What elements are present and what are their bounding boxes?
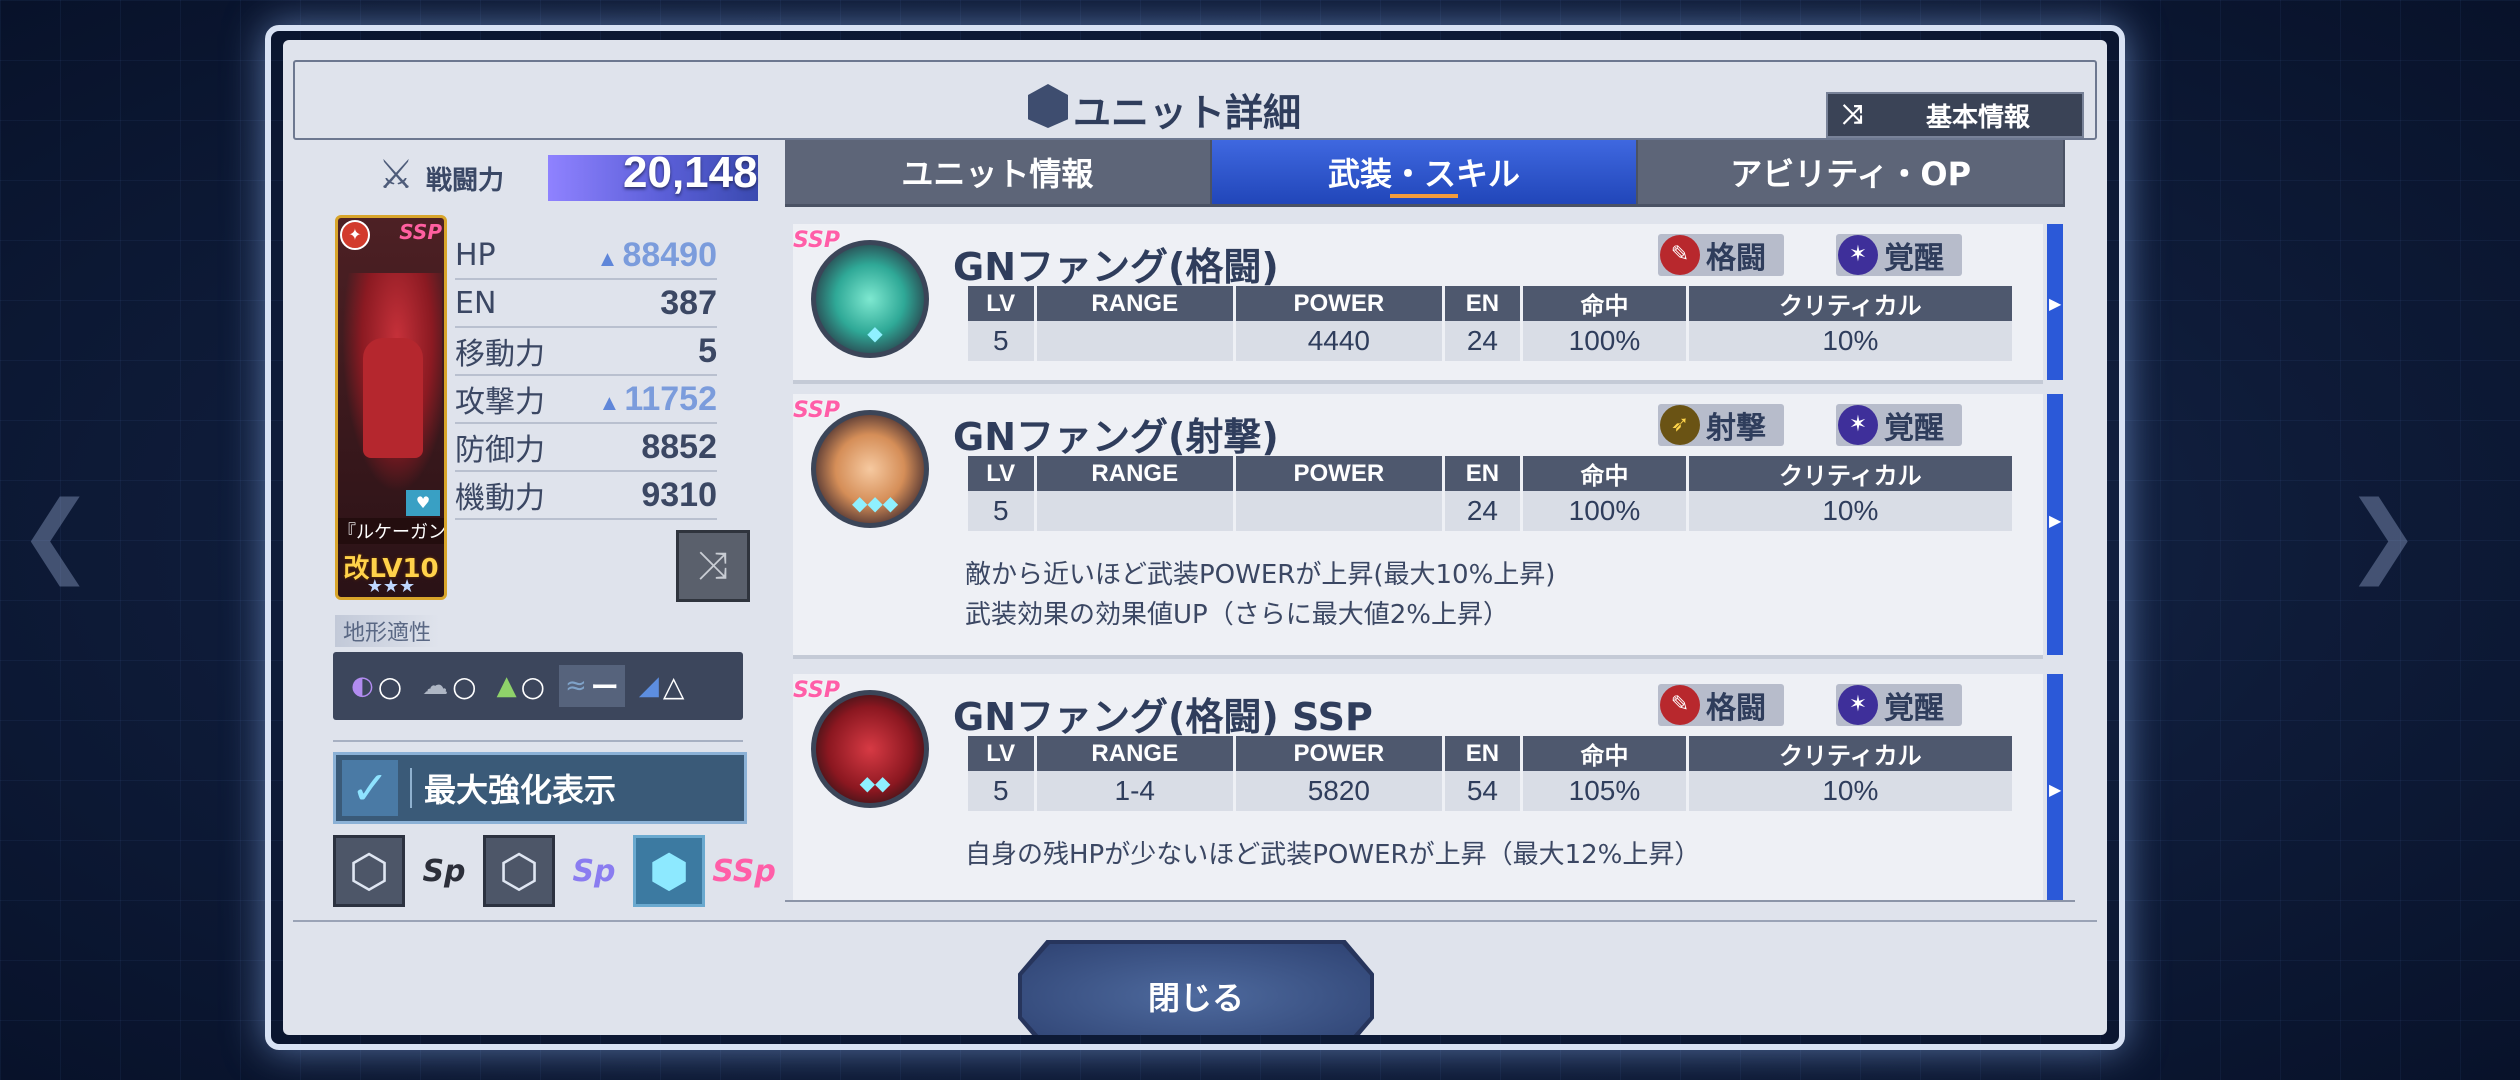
weapon-rank-badge: SSP xyxy=(793,398,841,423)
sp-badge-dark-icon: Sp xyxy=(422,853,466,889)
terrain-space: ◐ ○ xyxy=(351,669,403,703)
stat-row: 移動力 5 xyxy=(455,328,717,376)
weapon-effect-text: 敵から近いほど武装POWERが上昇(最大10%上昇) xyxy=(965,560,1556,590)
melee-icon: ✎ xyxy=(1660,685,1700,725)
weapon-expand-bar[interactable]: ▶ xyxy=(2047,674,2063,900)
weapon-card[interactable]: ▶ ◆ SSP GNファング(格闘) ✎ 格闘 ✶ 覚醒 LV RANGE POWER E… xyxy=(793,224,2063,384)
power-value: 20,148 xyxy=(623,148,758,197)
space-icon: ◐ xyxy=(351,671,374,701)
chevron-right-icon: ▶ xyxy=(2049,511,2062,531)
unit-card[interactable]: ✦ SSP ♥ 『ルケーガンダ』 改LV10 ★★★ xyxy=(335,215,447,600)
shoot-icon: ➶ xyxy=(1660,405,1700,445)
hex-slot-1[interactable]: ⬡ xyxy=(333,835,405,907)
weapon-tag: ✶ 覚醒 xyxy=(1836,684,1962,726)
detail-tabs: ユニット情報 武装・スキル アビリティ・OP xyxy=(785,140,2066,207)
shuffle-icon: ⤨ xyxy=(697,543,729,587)
air-icon: ☁ xyxy=(422,671,449,701)
weapon-effect-text: 自身の残HPが少ないほど武装POWERが上昇（最大12%上昇） xyxy=(965,840,1701,870)
sp-badge-icon: Sp xyxy=(572,853,616,889)
weapon-tag: ✎ 格闘 xyxy=(1658,234,1784,276)
close-button[interactable]: 閉じる xyxy=(1022,944,1370,1035)
max-enhance-toggle[interactable]: ✓ 最大強化表示 xyxy=(333,752,747,824)
weapon-expand-bar[interactable]: ▶ xyxy=(2047,224,2063,380)
melee-icon: ✎ xyxy=(1660,235,1700,275)
power-label: 戦闘力 xyxy=(426,166,505,196)
hex-slot-3[interactable]: ⬢ xyxy=(633,835,705,907)
terrain-underground: ◢ △ xyxy=(638,669,685,703)
underground-icon: ◢ xyxy=(638,671,659,701)
enhance-slots: ⬡ Sp ⬡ Sp ⬢ SSp xyxy=(333,835,777,907)
tab-unit-info[interactable]: ユニット情報 xyxy=(785,140,1212,204)
unit-name: 『ルケーガンダ』 xyxy=(338,518,444,544)
unit-detail-dialog: ユニット詳細 ⤨ 基本情報 ⚔ 戦闘力 20,148 ✦ SSP ♥ 『ルケーガ… xyxy=(283,40,2107,1035)
weapon-list[interactable]: ▶ ◆ SSP GNファング(格闘) ✎ 格闘 ✶ 覚醒 LV RANGE POWER E… xyxy=(785,212,2075,902)
weapon-stats-table: LV RANGE POWER EN 命中 クリティカル 5 4440 24 100% 10% xyxy=(965,286,2015,361)
stat-row: HP ▲ 88490 xyxy=(455,232,717,280)
divider xyxy=(333,740,743,742)
stats-list: HP ▲ 88490 EN 387 移動力 5 攻撃力 ▲ 11752 防御力 8852 機動… xyxy=(455,232,717,520)
attribute-badge-icon: ✦ xyxy=(340,220,370,250)
dialog-title: ユニット詳細 xyxy=(1073,91,1302,135)
weapon-tag: ➶ 射撃 xyxy=(1658,404,1784,446)
weapon-expand-bar[interactable]: ▶ xyxy=(2047,394,2063,655)
weapon-stats-table: LV RANGE POWER EN 命中 クリティカル 5 24 100% 10% xyxy=(965,456,2015,531)
awaken-icon: ✶ xyxy=(1838,235,1878,275)
weapon-card[interactable]: ▶ ◆◆◆ SSP GNファング(射撃) ➶ 射撃 ✶ 覚醒 LV RANGE POWE… xyxy=(793,394,2063,659)
boost-arrow-icon: ▲ xyxy=(598,389,621,415)
chevron-right-icon: ▶ xyxy=(2049,780,2062,800)
basic-info-button[interactable]: ⤨ 基本情報 xyxy=(1826,92,2084,138)
ssp-badge-icon: SSp xyxy=(712,853,776,889)
awaken-icon: ✶ xyxy=(1838,405,1878,445)
ground-icon: ▲ xyxy=(496,671,517,701)
chevron-right-icon: ▶ xyxy=(2049,294,2062,314)
title-bar: ユニット詳細 ⤨ 基本情報 xyxy=(283,60,2107,140)
stat-row: 機動力 9310 xyxy=(455,472,717,520)
weapon-tag: ✶ 覚醒 xyxy=(1836,234,1962,276)
weapon-emblem-icon: ◆◆ xyxy=(811,690,929,808)
tab-weapons-skills[interactable]: 武装・スキル xyxy=(1211,140,1639,204)
weapon-name: GNファング(射撃) xyxy=(953,415,1279,459)
stat-row: 攻撃力 ▲ 11752 xyxy=(455,376,717,424)
weapon-rank-badge: SSP xyxy=(793,678,841,703)
heart-icon: ♥ xyxy=(406,490,440,516)
weapon-stats-table: LV RANGE POWER EN 命中 クリティカル 5 1-4 5820 54 105% 10% xyxy=(965,736,2015,811)
terrain-water: ≈ ー xyxy=(559,665,625,707)
weapon-tag: ✶ 覚醒 xyxy=(1836,404,1962,446)
rank-badge: SSP xyxy=(399,220,442,244)
awaken-icon: ✶ xyxy=(1838,685,1878,725)
checkmark-icon: ✓ xyxy=(342,760,398,816)
water-icon: ≈ xyxy=(565,671,587,701)
weapon-rank-badge: SSP xyxy=(793,228,841,253)
shuffle-icon: ⤨ xyxy=(1842,99,1863,130)
terrain-air: ☁ ○ xyxy=(422,669,477,703)
tab-ability-op[interactable]: アビリティ・OP xyxy=(1638,140,2066,204)
divider xyxy=(293,920,2097,922)
hex-slot-2[interactable]: ⬡ xyxy=(483,835,555,907)
weapon-effect-text: 武装効果の効果値UP（さらに最大値2%上昇） xyxy=(965,600,1509,630)
weapon-name: GNファング(格闘) xyxy=(953,245,1279,289)
weapon-card[interactable]: ▶ ◆◆ SSP GNファング(格闘) SSP ✎ 格闘 ✶ 覚醒 LV RANGE P… xyxy=(793,674,2063,900)
unit-stars: ★★★ xyxy=(366,576,416,597)
stat-row: EN 387 xyxy=(455,280,717,328)
prev-arrow-icon[interactable]: ❮ xyxy=(18,490,93,580)
weapon-name: GNファング(格闘) SSP xyxy=(953,695,1373,739)
boost-arrow-icon: ▲ xyxy=(596,245,619,271)
weapon-tag: ✎ 格闘 xyxy=(1658,684,1784,726)
terrain-panel: ◐ ○ ☁ ○ ▲ ○ ≈ ー ◢ △ xyxy=(333,652,743,720)
terrain-ground: ▲ ○ xyxy=(496,669,545,703)
weapon-emblem-icon: ◆◆◆ xyxy=(811,410,929,528)
crossed-swords-icon: ⚔ xyxy=(378,152,414,198)
next-arrow-icon[interactable]: ❯ xyxy=(2345,490,2420,580)
stat-row: 防御力 8852 xyxy=(455,424,717,472)
shuffle-button[interactable]: ⤨ xyxy=(676,530,750,602)
terrain-label: 地形適性 xyxy=(335,615,440,647)
weapon-emblem-icon: ◆ xyxy=(811,240,929,358)
